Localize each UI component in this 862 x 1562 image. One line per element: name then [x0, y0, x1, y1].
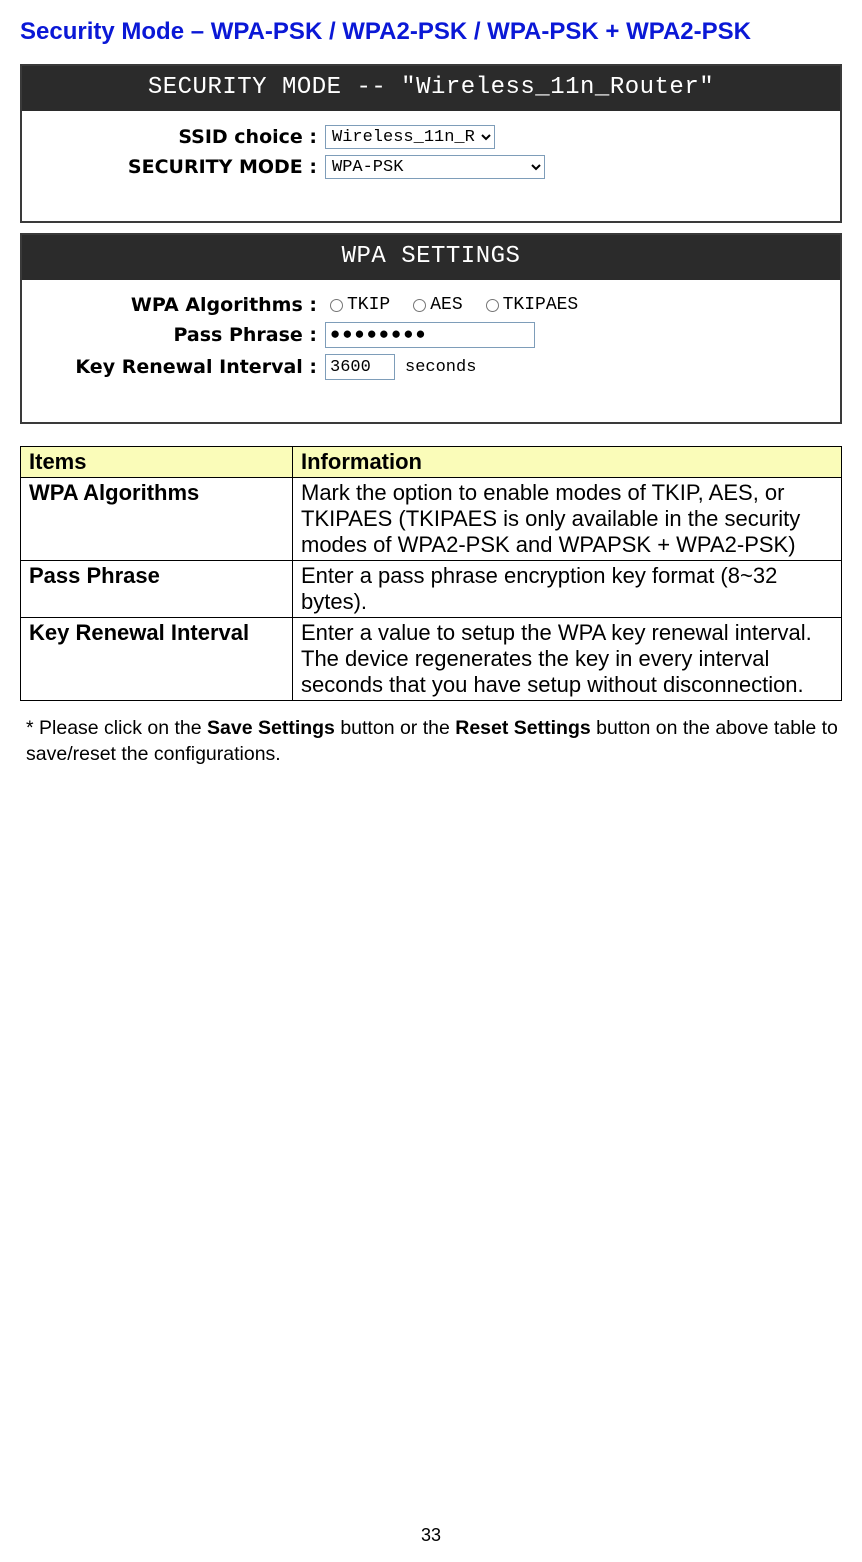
tkip-label: TKIP	[347, 295, 390, 315]
footnote: * Please click on the Save Settings butt…	[26, 715, 842, 768]
page-number: 33	[0, 1525, 862, 1546]
aes-radio[interactable]	[413, 299, 426, 312]
security-mode-row: SECURITY MODE : WPA-PSK	[32, 155, 830, 179]
table-row: WPA Algorithms Mark the option to enable…	[21, 478, 842, 561]
key-renewal-row: Key Renewal Interval : seconds	[32, 354, 830, 380]
aes-option[interactable]: AES	[408, 295, 462, 315]
security-mode-panel-title: SECURITY MODE -- "Wireless_11n_Router"	[22, 66, 840, 111]
tkip-option[interactable]: TKIP	[325, 295, 390, 315]
ssid-select[interactable]: Wireless_11n_Router	[325, 125, 495, 149]
save-settings-bold: Save Settings	[207, 717, 335, 739]
table-row: Pass Phrase Enter a pass phrase encrypti…	[21, 561, 842, 618]
header-information: Information	[293, 447, 842, 478]
pass-phrase-label: Pass Phrase :	[32, 324, 325, 346]
header-items: Items	[21, 447, 293, 478]
reset-settings-bold: Reset Settings	[455, 717, 590, 739]
security-mode-panel: SECURITY MODE -- "Wireless_11n_Router" S…	[20, 64, 842, 223]
pass-phrase-row: Pass Phrase :	[32, 322, 830, 348]
cell-item: Pass Phrase	[21, 561, 293, 618]
cell-info: Mark the option to enable modes of TKIP,…	[293, 478, 842, 561]
tkipaes-option[interactable]: TKIPAES	[481, 295, 579, 315]
info-table: Items Information WPA Algorithms Mark th…	[20, 446, 842, 701]
seconds-unit: seconds	[405, 358, 476, 377]
ssid-row: SSID choice : Wireless_11n_Router	[32, 125, 830, 149]
footnote-text: * Please click on the	[26, 717, 207, 739]
wpa-settings-title: WPA SETTINGS	[22, 235, 840, 280]
table-header-row: Items Information	[21, 447, 842, 478]
ssid-label: SSID choice :	[32, 126, 325, 148]
security-mode-panel-body: SSID choice : Wireless_11n_Router SECURI…	[22, 111, 840, 221]
key-renewal-input[interactable]	[325, 354, 395, 380]
wpa-algorithms-label: WPA Algorithms :	[32, 294, 325, 316]
cell-info: Enter a pass phrase encryption key forma…	[293, 561, 842, 618]
security-mode-select[interactable]: WPA-PSK	[325, 155, 545, 179]
page-heading: Security Mode – WPA-PSK / WPA2-PSK / WPA…	[20, 18, 842, 46]
tkipaes-radio[interactable]	[486, 299, 499, 312]
wpa-algorithms-row: WPA Algorithms : TKIP AES TKIPAES	[32, 294, 830, 316]
pass-phrase-input[interactable]	[325, 322, 535, 348]
wpa-settings-panel: WPA SETTINGS WPA Algorithms : TKIP AES T…	[20, 233, 842, 424]
key-renewal-label: Key Renewal Interval :	[32, 356, 325, 378]
wpa-algorithms-options: TKIP AES TKIPAES	[325, 295, 590, 315]
wpa-settings-body: WPA Algorithms : TKIP AES TKIPAES Pass P…	[22, 280, 840, 422]
tkipaes-label: TKIPAES	[503, 295, 579, 315]
cell-item: WPA Algorithms	[21, 478, 293, 561]
cell-info: Enter a value to setup the WPA key renew…	[293, 618, 842, 701]
table-row: Key Renewal Interval Enter a value to se…	[21, 618, 842, 701]
security-mode-label: SECURITY MODE :	[32, 156, 325, 178]
cell-item: Key Renewal Interval	[21, 618, 293, 701]
footnote-text: button or the	[335, 717, 455, 739]
tkip-radio[interactable]	[330, 299, 343, 312]
aes-label: AES	[430, 295, 462, 315]
